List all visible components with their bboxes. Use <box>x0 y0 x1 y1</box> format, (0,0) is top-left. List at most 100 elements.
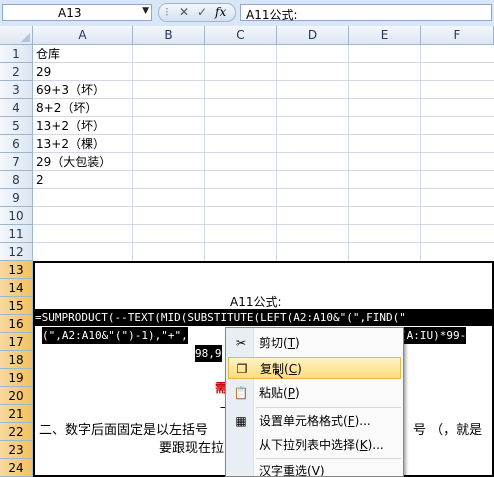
gridline <box>348 45 349 261</box>
row-header-17[interactable]: 17 <box>0 333 33 351</box>
menu-item-pick-label: 从下拉列表中选择(K)... <box>259 438 384 452</box>
merged-title: A11公式: <box>230 295 282 309</box>
row-header-5[interactable]: 5 <box>0 117 33 135</box>
cell-a6[interactable]: 13+2（棵） <box>36 135 105 153</box>
note-2-left: 二、数字后面固定是以左括号 <box>39 423 209 438</box>
row-header-22[interactable]: 22 <box>0 423 33 441</box>
cell-a7[interactable]: 29（大包装） <box>36 153 111 171</box>
row-header-23[interactable]: 23 <box>0 441 33 459</box>
row-header-14[interactable]: 14 <box>0 279 33 297</box>
row-header-16[interactable]: 16 <box>0 315 33 333</box>
paste-accel: P <box>287 386 295 400</box>
row-header-6[interactable]: 6 <box>0 135 33 153</box>
pick-label: 从下拉列表中选择 <box>259 438 356 452</box>
cell-a5[interactable]: 13+2（坏） <box>36 117 105 135</box>
menu-item-cut-label: 剪切(T) <box>259 336 300 350</box>
gridline <box>204 45 205 261</box>
pick-accel: K <box>359 438 368 452</box>
context-menu: ✂ 剪切(T) ❐ 复制(C) ↖ 📋 粘贴(P) ▦ 设置单元格格式(F)..… <box>225 327 404 477</box>
gridline <box>33 206 494 207</box>
cell-a1[interactable]: 仓库 <box>36 45 60 63</box>
format-cells-icon: ▦ <box>235 414 247 428</box>
grip-icon: ⁝ <box>165 5 169 19</box>
column-header-d[interactable]: D <box>277 26 349 44</box>
row-header-11[interactable]: 11 <box>0 225 33 243</box>
formula-text-line-1: =SUMPRODUCT(--TEXT(MID(SUBSTITUTE(LEFT(A… <box>35 309 492 326</box>
menu-item-cut[interactable]: ✂ 剪切(T) <box>228 332 401 354</box>
row-header-20[interactable]: 20 <box>0 387 33 405</box>
menu-separator <box>256 407 401 408</box>
menu-item-copy[interactable]: ❐ 复制(C) ↖ <box>228 357 401 383</box>
paste-icon: 📋 <box>233 386 249 400</box>
menu-item-format-label: 设置单元格格式(F)... <box>259 414 371 428</box>
format-suffix: ... <box>359 414 371 428</box>
row-header-3[interactable]: 3 <box>0 81 33 99</box>
row-header-2[interactable]: 2 <box>0 63 33 81</box>
cancel-formula-button[interactable]: ✕ <box>179 5 189 19</box>
row-header-21[interactable]: 21 <box>0 405 33 423</box>
menu-separator <box>256 458 401 459</box>
select-all-button[interactable] <box>0 26 33 44</box>
cell-a4[interactable]: 8+2（坏） <box>36 99 97 117</box>
paste-label: 粘贴 <box>259 386 284 400</box>
menu-item-format-cells[interactable]: ▦ 设置单元格格式(F)... <box>228 410 401 432</box>
row-header-13[interactable]: 13 <box>0 261 33 279</box>
formula-text-line-2a: (",A2:A10&"(")-1),"+", <box>42 327 188 344</box>
cell-a2[interactable]: 29 <box>36 63 51 81</box>
formula-text-line-3: 98,9 <box>195 345 222 362</box>
scissors-icon: ✂ <box>235 336 247 350</box>
gridline <box>276 45 277 261</box>
column-header-b[interactable]: B <box>133 26 205 44</box>
cut-label: 剪切 <box>259 336 284 350</box>
menu-item-paste[interactable]: 📋 粘贴(P) <box>228 382 401 404</box>
format-label: 设置单元格格式 <box>259 414 344 428</box>
enter-formula-button[interactable]: ✓ <box>197 5 207 19</box>
column-header-f[interactable]: F <box>421 26 494 44</box>
menu-item-reconversion-label: 汉字重选(V) <box>259 464 325 477</box>
row-header-24[interactable]: 24 <box>0 459 33 477</box>
note-3-left: 要跟现在拉 <box>159 441 225 456</box>
row-header-18[interactable]: 18 <box>0 351 33 369</box>
name-box-dropdown-icon[interactable]: ▼ <box>142 6 149 16</box>
menu-item-reconversion[interactable]: 汉字重选(V) <box>228 460 401 477</box>
row-header-7[interactable]: 7 <box>0 153 33 171</box>
name-box-value: A13 <box>58 6 82 20</box>
format-accel: F <box>347 414 355 428</box>
pick-suffix: ... <box>372 438 384 452</box>
gridline <box>132 45 133 261</box>
reconversion-accel: V <box>311 464 320 477</box>
row-header-19[interactable]: 19 <box>0 369 33 387</box>
gridline <box>420 45 421 261</box>
row-header-4[interactable]: 4 <box>0 99 33 117</box>
formula-buttons: ⁝ ✕ ✓ fx <box>158 3 236 22</box>
menu-item-paste-label: 粘贴(P) <box>259 386 300 400</box>
formula-text-line-2b: (A:IU)*99- <box>400 327 467 344</box>
column-header-c[interactable]: C <box>205 26 277 44</box>
row-header-10[interactable]: 10 <box>0 207 33 225</box>
row-header-8[interactable]: 8 <box>0 171 33 189</box>
name-box[interactable]: A13 ▼ <box>2 4 152 21</box>
gridline <box>33 62 494 63</box>
column-header-a[interactable]: A <box>33 26 133 44</box>
column-headers: A B C D E F <box>0 26 494 45</box>
formula-input[interactable]: A11公式: <box>240 4 492 22</box>
gridline <box>33 242 494 243</box>
column-header-e[interactable]: E <box>349 26 421 44</box>
insert-function-button[interactable]: fx <box>215 5 226 19</box>
cut-accel: T <box>287 336 296 350</box>
row-header-12[interactable]: 12 <box>0 243 33 261</box>
formula-input-text: A11公式: <box>246 8 298 22</box>
gridline <box>33 224 494 225</box>
row-header-1[interactable]: 1 <box>0 45 33 63</box>
row-header-15[interactable]: 15 <box>0 297 33 315</box>
copy-accel: C <box>288 362 298 376</box>
cell-a3[interactable]: 69+3（坏） <box>36 81 105 99</box>
row-header-9[interactable]: 9 <box>0 189 33 207</box>
gridline <box>33 188 494 189</box>
note-2-right: 号 （，就是 <box>413 423 483 438</box>
copy-icon: ❐ <box>236 362 248 376</box>
formula-bar: A13 ▼ ⁝ ✕ ✓ fx A11公式: <box>0 0 494 27</box>
cell-a8[interactable]: 2 <box>36 171 44 189</box>
menu-item-pick-from-list[interactable]: 从下拉列表中选择(K)... <box>228 434 401 456</box>
reconversion-label: 汉字重选 <box>259 464 308 477</box>
